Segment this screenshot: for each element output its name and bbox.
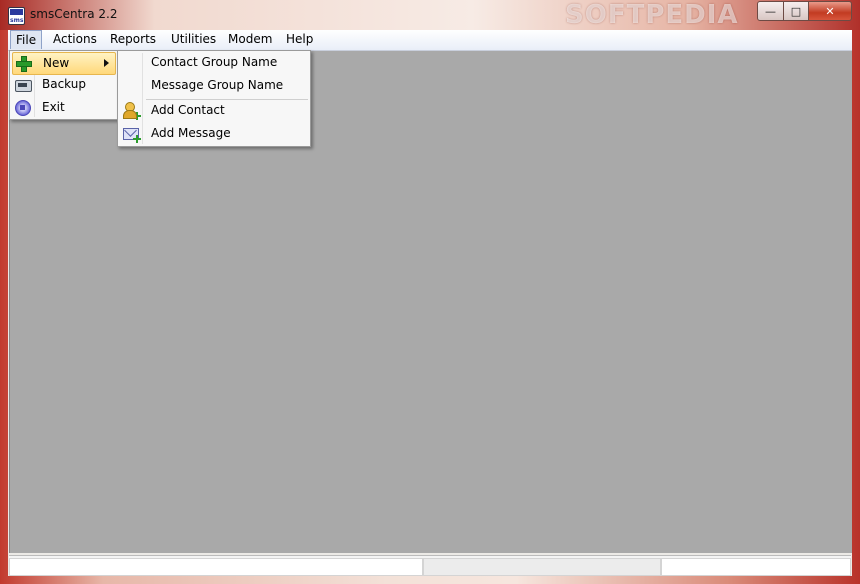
file-menu-backup[interactable]: Backup [12, 74, 116, 95]
submenu-contact-group-name-label: Contact Group Name [151, 55, 278, 69]
softpedia-watermark: SOFTPEDIA [565, 0, 739, 30]
plus-badge-icon [133, 112, 141, 120]
file-menu-dropdown: New Backup Exit [9, 50, 119, 120]
app-icon[interactable]: sms [8, 7, 25, 25]
file-menu-new[interactable]: New [12, 52, 116, 75]
submenu-message-group-name-label: Message Group Name [151, 78, 284, 92]
status-segment [423, 558, 661, 576]
window-title: smsCentra 2.2 [30, 7, 118, 21]
menu-actions[interactable]: Actions [48, 30, 102, 49]
status-segment [661, 558, 851, 576]
status-segment [9, 558, 423, 576]
minimize-button[interactable]: — [757, 1, 784, 21]
menu-reports[interactable]: Reports [105, 30, 161, 49]
new-submenu: Contact Group Name Message Group Name Ad… [117, 50, 311, 147]
add-contact-icon [123, 102, 141, 120]
file-menu-backup-label: Backup [42, 77, 86, 91]
submenu-add-contact[interactable]: Add Contact [120, 100, 306, 121]
menu-file[interactable]: File [10, 30, 43, 49]
close-button[interactable]: ✕ [809, 1, 852, 21]
backup-icon [14, 76, 32, 94]
maximize-button[interactable]: □ [784, 1, 809, 21]
file-menu-exit[interactable]: Exit [12, 97, 116, 118]
window-controls: — □ ✕ [757, 1, 852, 21]
app-icon-text: sms [10, 17, 24, 24]
submenu-add-message-label: Add Message [151, 126, 231, 140]
file-menu-exit-label: Exit [42, 100, 65, 114]
submenu-add-contact-label: Add Contact [151, 103, 225, 117]
submenu-arrow-icon [104, 59, 109, 67]
menu-help[interactable]: Help [281, 30, 318, 49]
menubar: File Actions Reports Utilities Modem Hel… [8, 30, 852, 51]
add-message-icon [123, 125, 141, 143]
submenu-message-group-name[interactable]: Message Group Name [120, 75, 306, 96]
plus-badge-icon [133, 135, 141, 143]
menu-modem[interactable]: Modem [223, 30, 277, 49]
status-bar [9, 555, 851, 576]
submenu-add-message[interactable]: Add Message [120, 123, 306, 144]
plus-icon [15, 55, 33, 73]
submenu-contact-group-name[interactable]: Contact Group Name [120, 52, 306, 73]
exit-icon [14, 99, 32, 117]
menu-utilities[interactable]: Utilities [166, 30, 221, 49]
file-menu-new-label: New [43, 56, 70, 70]
